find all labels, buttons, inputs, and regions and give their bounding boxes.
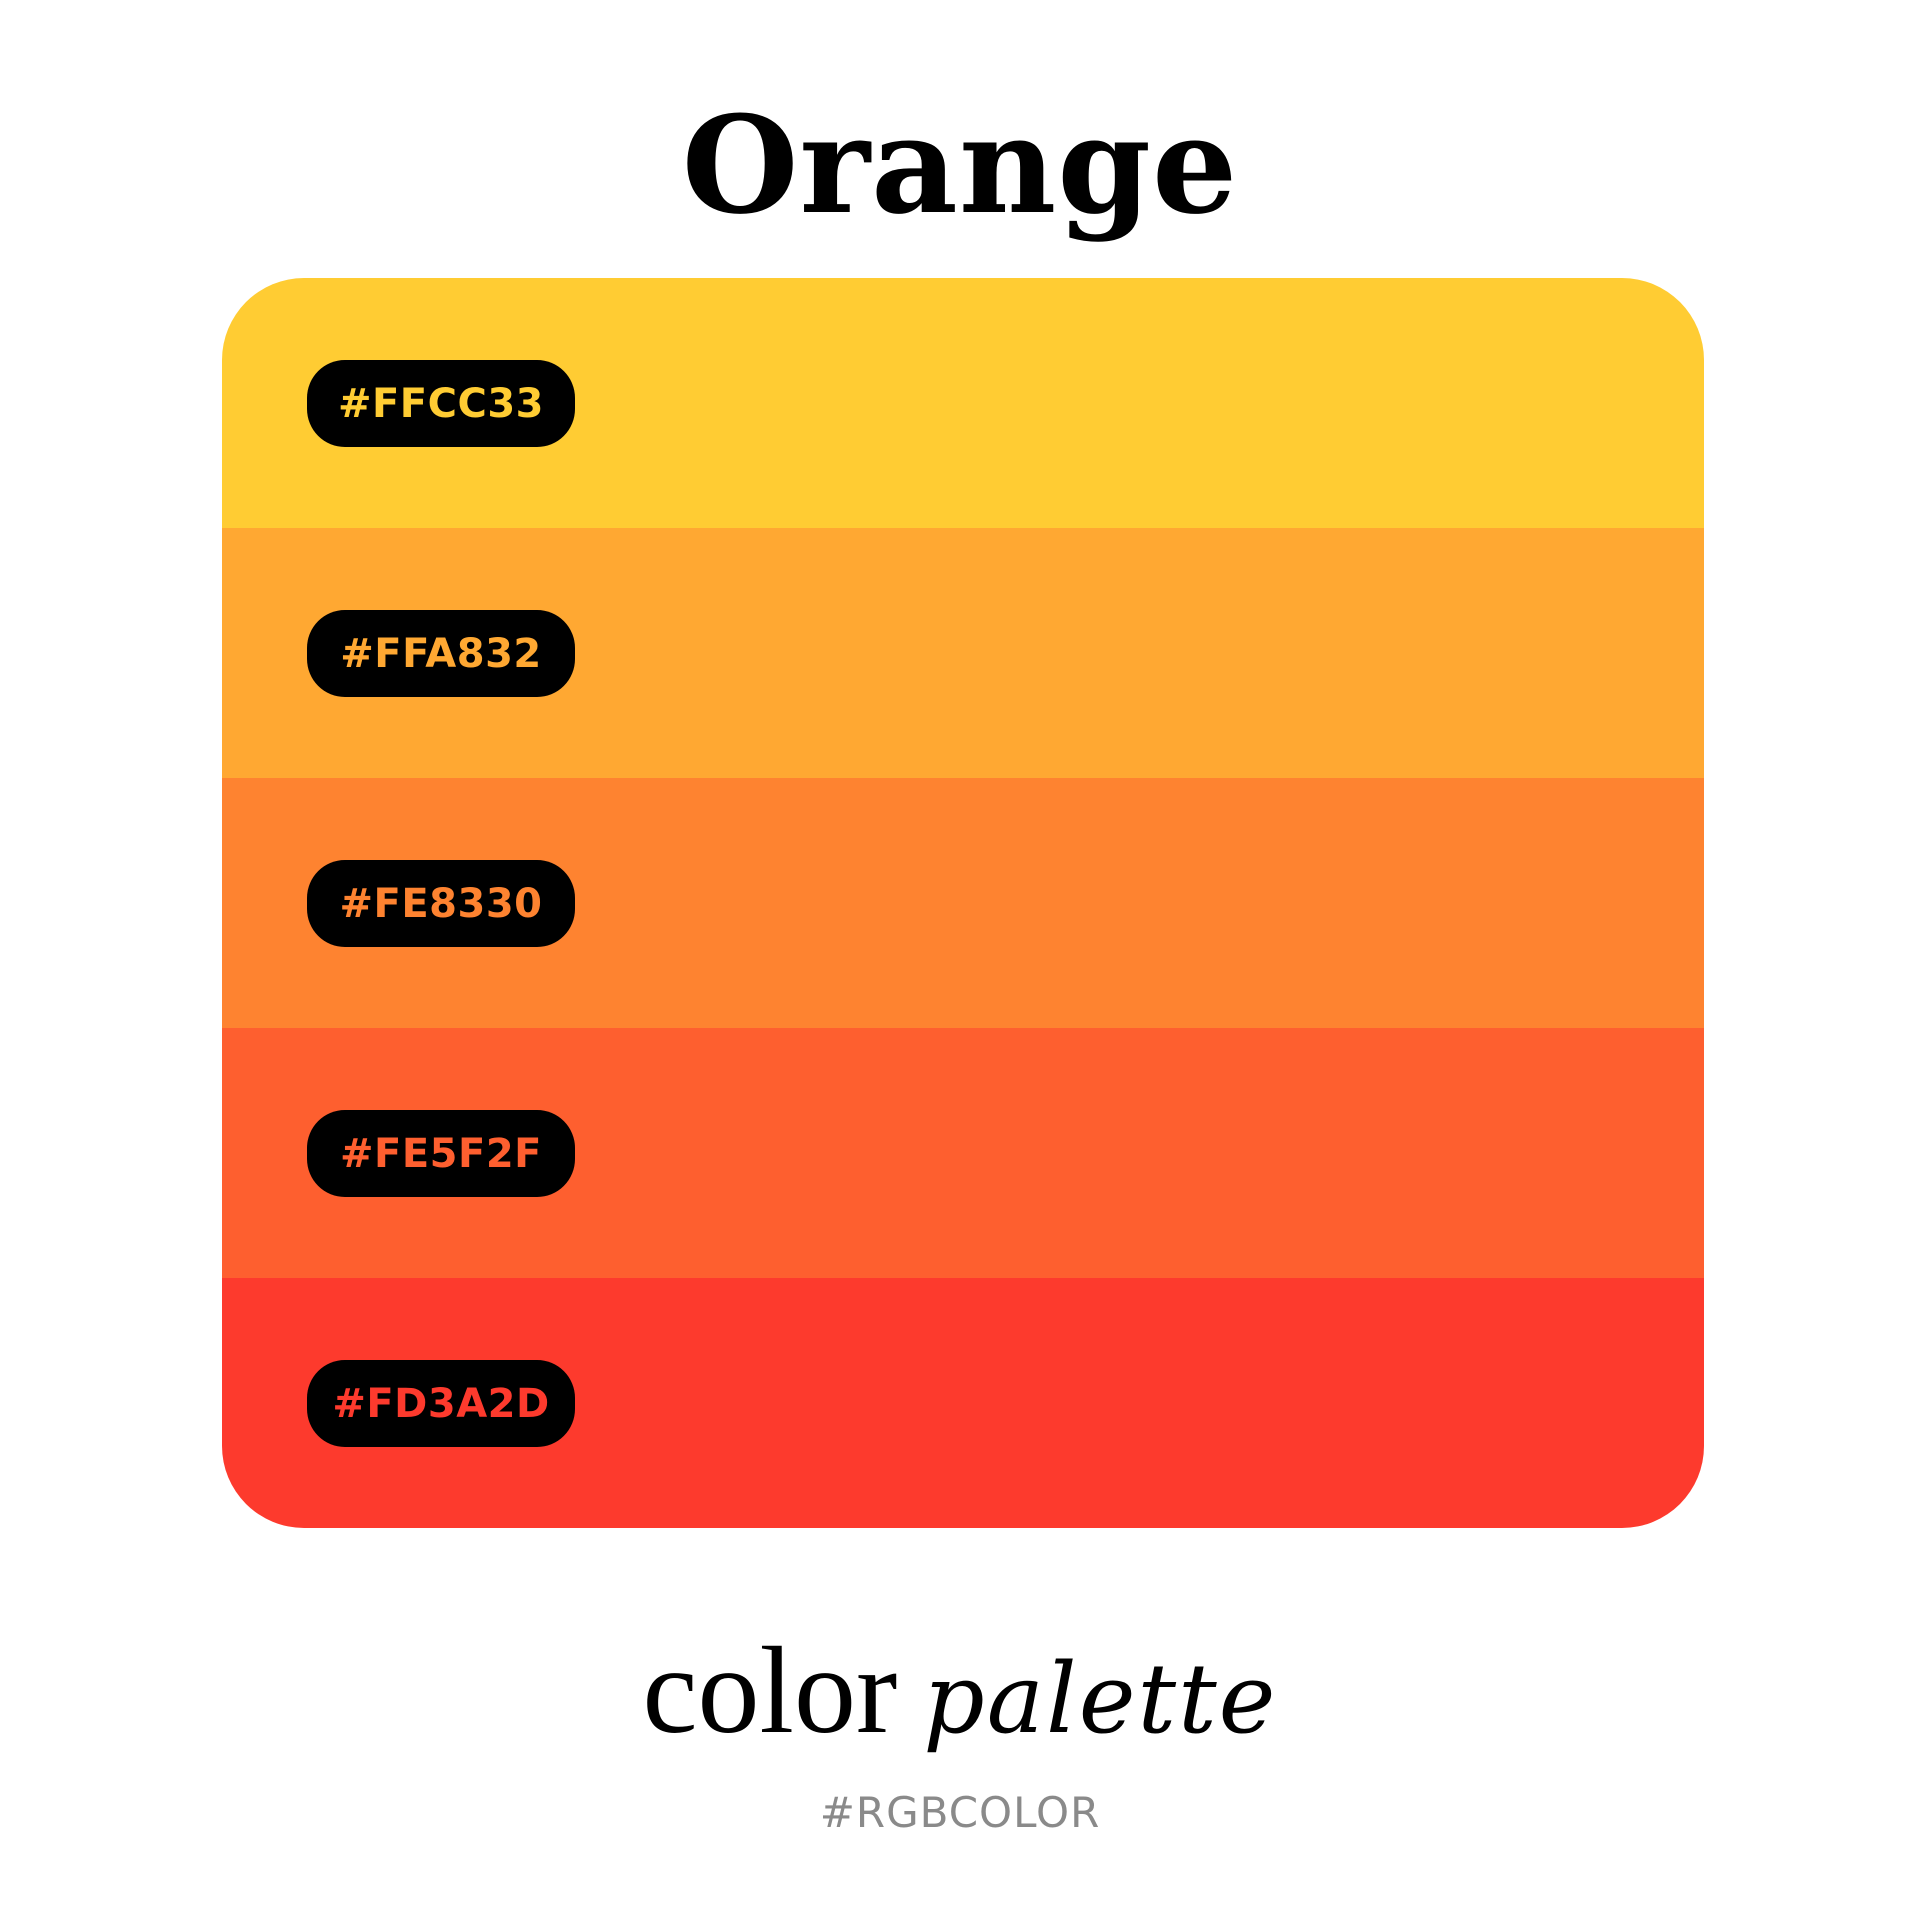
hex-code-badge: #FFA832	[307, 610, 575, 697]
hex-code-badge: #FD3A2D	[307, 1360, 575, 1447]
palette-title: Orange	[681, 86, 1239, 244]
color-swatch: #FFA832	[222, 528, 1704, 778]
footer-word-palette: palette	[923, 1643, 1278, 1755]
footer-word-color: color	[642, 1622, 898, 1759]
color-swatch: #FE8330	[222, 778, 1704, 1028]
color-palette: #FFCC33 #FFA832 #FE8330 #FE5F2F #FD3A2D	[222, 278, 1704, 1528]
color-swatch: #FD3A2D	[222, 1278, 1704, 1528]
color-swatch: #FE5F2F	[222, 1028, 1704, 1278]
footer-caption: color palette	[0, 1620, 1920, 1762]
hex-code-badge: #FE5F2F	[307, 1110, 575, 1197]
color-swatch: #FFCC33	[222, 278, 1704, 528]
hashtag-label: #RGBCOLOR	[819, 1788, 1101, 1837]
hex-code-badge: #FE8330	[307, 860, 575, 947]
hex-code-badge: #FFCC33	[307, 360, 575, 447]
